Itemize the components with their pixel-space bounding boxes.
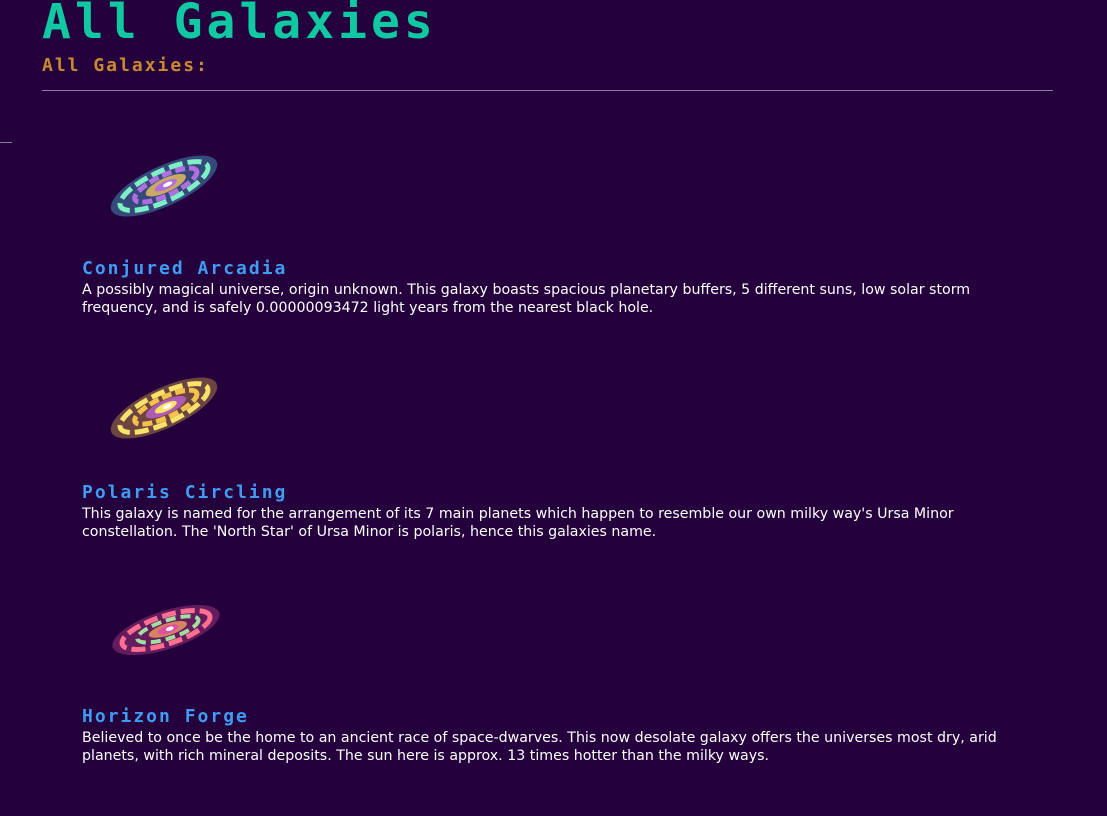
edge-marker (0, 142, 12, 143)
galaxy-image-polaris-circling (110, 377, 218, 439)
galaxy-name: Conjured Arcadia (82, 258, 288, 279)
header-divider (42, 90, 1053, 91)
galaxy-image-conjured-arcadia (110, 155, 218, 217)
galaxy-image-horizon-forge (112, 604, 220, 656)
galaxy-description: A possibly magical universe, origin unkn… (82, 282, 971, 316)
galaxy-card-horizon-forge: Horizon Forge Believed to once be the ho… (82, 588, 1062, 768)
galaxy-card-conjured-arcadia: Conjured Arcadia A possibly magical univ… (82, 140, 1062, 320)
galaxy-name: Polaris Circling (82, 482, 288, 503)
page-subtitle: All Galaxies: (42, 55, 209, 76)
galaxy-description: Believed to once be the home to an ancie… (82, 730, 997, 764)
galaxy-card-polaris-circling: Polaris Circling This galaxy is named fo… (82, 364, 1062, 544)
galaxy-name: Horizon Forge (82, 706, 249, 727)
page-title: All Galaxies (42, 0, 437, 50)
galaxy-description: This galaxy is named for the arrangement… (82, 506, 954, 540)
